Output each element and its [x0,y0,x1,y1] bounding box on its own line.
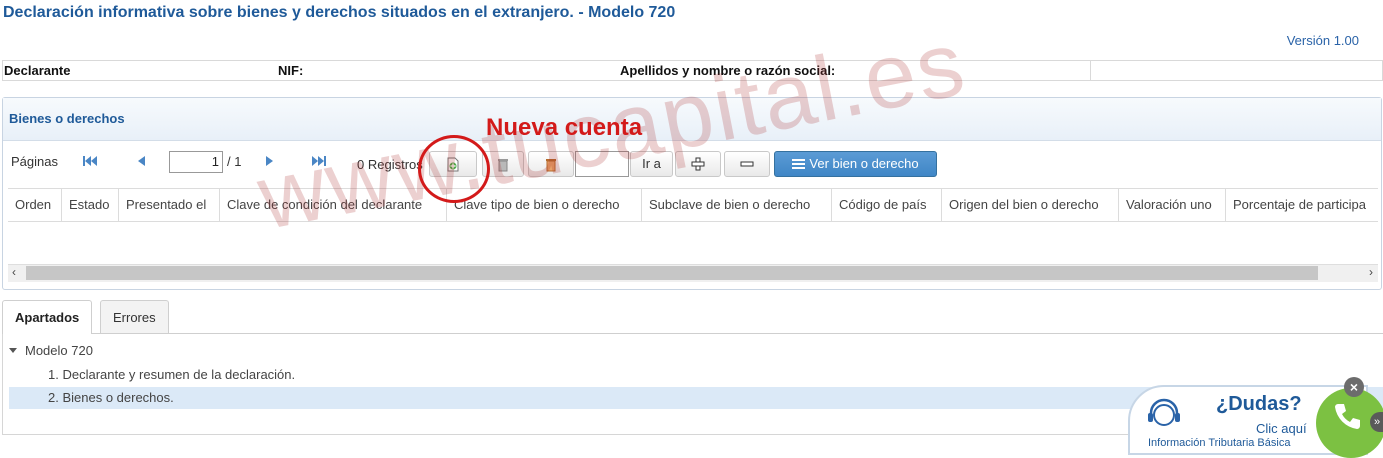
phone-icon [1335,404,1360,429]
page-total: / 1 [227,154,242,169]
annotation-label: Nueva cuenta [486,114,643,141]
caret-down-icon[interactable] [9,348,17,353]
column-header[interactable]: Orden [8,189,62,221]
clic-aqui-link[interactable]: Clic aquí [1256,421,1307,436]
grid-header: Orden Estado Presentado el Clave de cond… [8,188,1378,222]
tree-root-label: Modelo 720 [25,343,93,358]
horizontal-scrollbar[interactable]: ‹ › [8,264,1378,282]
page-input[interactable]: 1 [169,151,223,173]
tab-errores[interactable]: Errores [100,300,169,333]
tree-item-declarante[interactable]: 1. Declarante y resumen de la declaració… [9,364,1383,386]
tree-root[interactable]: Modelo 720 [9,340,1383,362]
version-label: Versión 1.00 [1286,33,1359,48]
prev-page-icon[interactable] [135,155,147,170]
column-header[interactable]: Código de país [832,189,942,221]
dudas-title: ¿Dudas? [1216,393,1302,415]
paginas-label: Páginas [11,154,58,169]
list-icon [792,159,806,169]
panel-title: Bienes o derechos [9,111,125,126]
first-page-icon[interactable] [82,155,98,170]
scroll-right-icon[interactable]: › [1369,265,1373,279]
column-header[interactable]: Presentado el [119,189,220,221]
highlight-circle [418,135,490,203]
column-header[interactable]: Subclave de bien o derecho [642,189,832,221]
ver-bien-label: Ver bien o derecho [809,156,919,171]
close-icon[interactable]: × [1344,377,1364,397]
column-header[interactable]: Estado [62,189,119,221]
info-tributaria-label: Información Tributaria Básica [1148,437,1291,449]
divider [1090,61,1091,80]
tab-bar: Apartados Errores [2,300,1383,334]
column-header[interactable]: Porcentaje de participa [1226,189,1378,221]
collapse-widget-icon[interactable]: » [1370,412,1383,432]
page-title: Declaración informativa sobre bienes y d… [3,4,676,21]
tab-apartados[interactable]: Apartados [2,300,93,334]
ver-bien-button[interactable]: Ver bien o derecho [774,151,937,177]
scrollbar-thumb[interactable] [26,266,1318,280]
scroll-left-icon[interactable]: ‹ [12,265,16,279]
column-header[interactable]: Origen del bien o derecho [942,189,1119,221]
headset-icon [1148,398,1180,426]
declarante-label: Declarante [4,63,71,78]
nif-label: NIF: [278,63,304,78]
column-header[interactable]: Valoración uno [1119,189,1226,221]
